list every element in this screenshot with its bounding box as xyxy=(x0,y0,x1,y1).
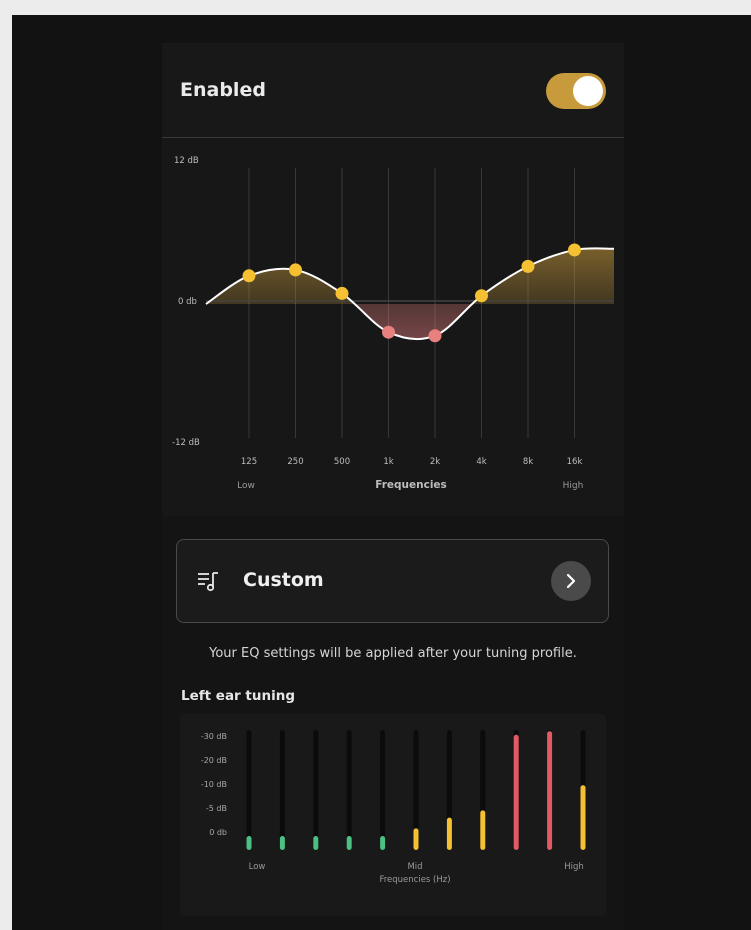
tuning-bar-track xyxy=(279,730,285,850)
playlist-music-icon xyxy=(198,572,218,592)
tuning-bar xyxy=(246,836,252,850)
toggle-knob xyxy=(573,76,603,106)
x-axis-title: Frequencies (Hz) xyxy=(379,875,450,885)
y-tick-label: -30 dB xyxy=(201,732,227,741)
x-tick-label: 1k xyxy=(383,457,393,467)
eq-info-note: Your EQ settings will be applied after y… xyxy=(209,646,577,661)
app-background: Enabled 12 dB 0 db -12 dB 125 250 500 1k… xyxy=(12,15,751,930)
preset-open-button[interactable] xyxy=(551,561,591,601)
chevron-right-icon xyxy=(566,573,576,589)
tuning-bar-track xyxy=(246,730,252,850)
tuning-bar xyxy=(413,828,419,850)
tuning-bar-track xyxy=(313,730,319,850)
eq-band-handle-250[interactable] xyxy=(289,263,302,277)
tuning-bar-track xyxy=(380,730,386,850)
tuning-bar xyxy=(480,810,486,850)
eq-band-handle-2k[interactable] xyxy=(428,329,442,343)
tuning-title: Left ear tuning xyxy=(181,688,295,704)
enabled-row: Enabled xyxy=(162,43,624,138)
x-axis-title: Frequencies xyxy=(375,479,447,491)
x-range-high: High xyxy=(564,862,584,872)
y-tick-zero: 0 db xyxy=(178,297,197,307)
eq-preset-selector[interactable]: Custom xyxy=(176,539,609,623)
x-tick-label: 4k xyxy=(476,457,486,467)
tuning-bar xyxy=(513,734,519,850)
eq-band-handle-4k[interactable] xyxy=(475,289,488,303)
eq-band-handle-8k[interactable] xyxy=(521,259,535,273)
eq-settings-screen: Enabled 12 dB 0 db -12 dB 125 250 500 1k… xyxy=(162,43,624,930)
tuning-bar xyxy=(279,836,285,850)
eq-curve-chart: 12 dB 0 db -12 dB 125 250 500 1k 2k 4k 8k 16k L… xyxy=(162,138,624,516)
y-tick-label: 0 db xyxy=(209,828,227,837)
tuning-bar xyxy=(380,836,386,850)
x-range-mid: Mid xyxy=(407,862,422,872)
x-tick-label: 2k xyxy=(430,457,440,467)
y-tick-bottom: -12 dB xyxy=(172,438,200,448)
eq-band-handle-125[interactable] xyxy=(242,269,256,283)
left-ear-tuning-chart: -30 dB -20 dB -10 dB -5 dB 0 db Low Mid High… xyxy=(180,714,606,916)
x-range-low: Low xyxy=(237,481,255,491)
y-tick-top: 12 dB xyxy=(174,156,199,166)
preset-label: Custom xyxy=(243,569,324,591)
x-tick-label: 500 xyxy=(334,457,350,467)
tuning-bar xyxy=(346,836,352,850)
enabled-toggle[interactable] xyxy=(546,73,606,109)
x-range-low: Low xyxy=(249,862,266,872)
x-range-high: High xyxy=(563,481,584,491)
x-tick-label: 250 xyxy=(287,457,303,467)
eq-band-handle-1k[interactable] xyxy=(382,325,395,339)
eq-band-handle-500[interactable] xyxy=(335,286,349,300)
x-tick-label: 16k xyxy=(567,457,583,467)
tuning-bar xyxy=(313,836,319,850)
x-tick-label: 125 xyxy=(241,457,257,467)
enabled-label: Enabled xyxy=(180,79,266,101)
y-tick-label: -10 dB xyxy=(201,780,227,789)
y-tick-label: -5 dB xyxy=(206,804,227,813)
y-tick-label: -20 dB xyxy=(201,756,227,765)
x-tick-label: 8k xyxy=(523,457,533,467)
tuning-bar-track xyxy=(346,730,352,850)
eq-band-handle-16k[interactable] xyxy=(568,243,581,257)
tuning-bar xyxy=(580,785,586,850)
tuning-bar xyxy=(446,817,452,850)
tuning-bar xyxy=(547,731,553,850)
